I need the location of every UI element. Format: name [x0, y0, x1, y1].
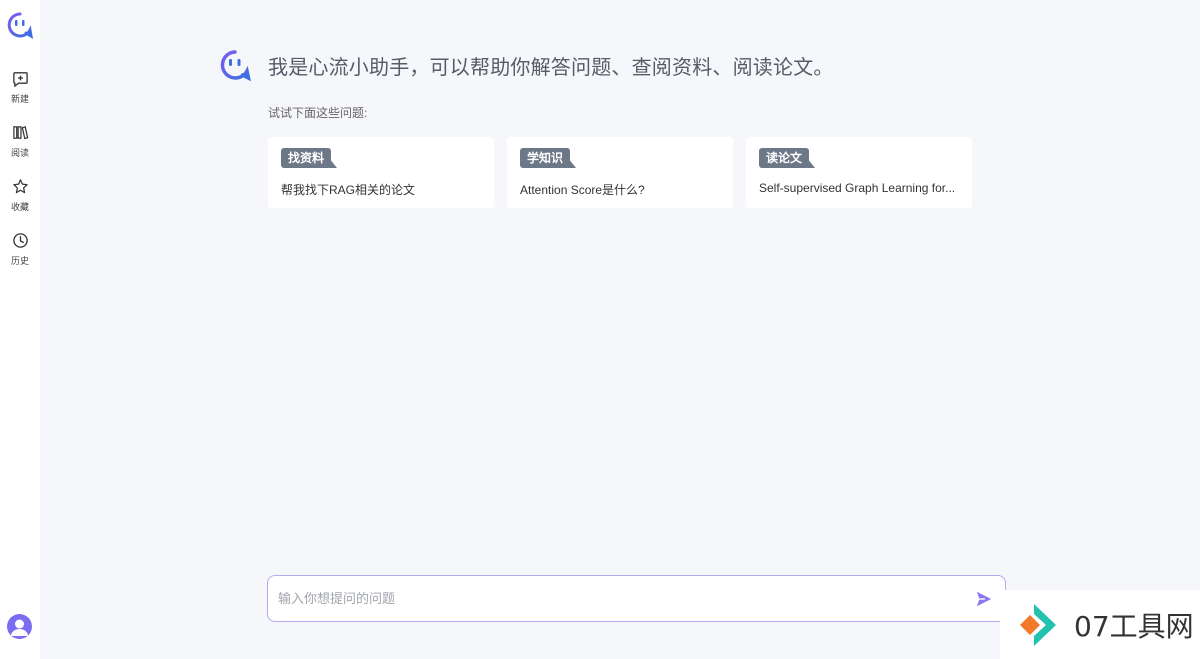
sidebar-item-history[interactable]: 历史 [0, 232, 40, 267]
suggestions-label: 试试下面这些问题: [268, 106, 368, 120]
app-logo[interactable] [6, 11, 34, 39]
card-question: Attention Score是什么? [520, 183, 645, 197]
suggestion-cards: 找资料 帮我找下RAG相关的论文 学知识 Attention Score是什么?… [268, 137, 985, 208]
watermark: 07工具网 [1000, 590, 1200, 659]
send-button[interactable] [973, 588, 995, 610]
sidebar-item-favorites[interactable]: 收藏 [0, 178, 40, 213]
sidebar-item-label: 历史 [10, 256, 29, 266]
sidebar-item-label: 收藏 [10, 202, 29, 212]
watermark-text: 07工具网 [1074, 609, 1194, 643]
watermark-logo-icon [1020, 603, 1056, 646]
sidebar-item-label: 阅读 [10, 148, 29, 158]
card-question: Self-supervised Graph Learning for... [759, 181, 956, 195]
card-question: 帮我找下RAG相关的论文 [281, 183, 416, 197]
suggestion-card-read-paper[interactable]: 读论文 Self-supervised Graph Learning for..… [746, 137, 972, 208]
welcome-header: 我是心流小助手，可以帮助你解答问题、查阅资料、阅读论文。 [218, 48, 834, 82]
new-chat-icon [12, 72, 28, 87]
question-input-box [267, 575, 1006, 622]
card-tag: 学知识 [520, 148, 577, 168]
user-avatar-icon [11, 619, 28, 636]
avatar[interactable] [7, 614, 32, 639]
card-tag: 读论文 [759, 148, 816, 168]
clock-icon [12, 233, 28, 248]
send-icon [976, 591, 992, 606]
sidebar-item-read[interactable]: 阅读 [0, 124, 40, 159]
welcome-message: 我是心流小助手，可以帮助你解答问题、查阅资料、阅读论文。 [268, 56, 834, 79]
question-input[interactable] [268, 576, 973, 621]
suggestion-card-find-material[interactable]: 找资料 帮我找下RAG相关的论文 [268, 137, 494, 208]
assistant-logo-icon [220, 50, 251, 82]
star-icon [12, 179, 28, 194]
books-icon [12, 126, 28, 140]
sidebar-item-new[interactable]: 新建 [0, 70, 40, 105]
card-tag: 找资料 [281, 148, 338, 168]
suggestion-card-learn-knowledge[interactable]: 学知识 Attention Score是什么? [507, 137, 733, 208]
sidebar-item-label: 新建 [10, 94, 29, 104]
sidebar: 新建 阅读 收藏 历史 [0, 0, 40, 659]
